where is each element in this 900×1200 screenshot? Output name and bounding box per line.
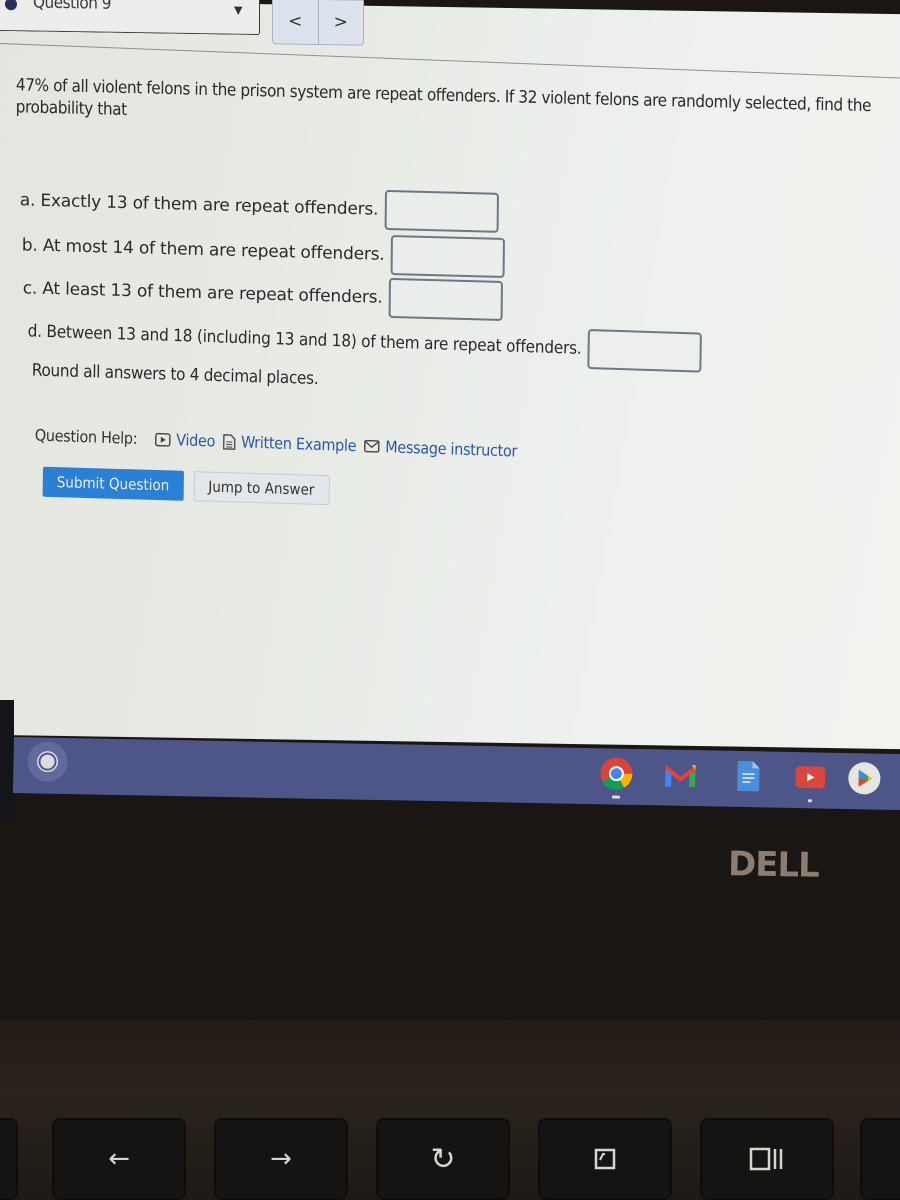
question-help: Question Help: Video Written Example Mes… — [35, 426, 526, 461]
gmail-icon — [665, 764, 696, 788]
part-a: a. Exactly 13 of them are repeat offende… — [20, 180, 499, 233]
chrome-active-indicator — [611, 795, 620, 799]
part-c-label: c. At least 13 of them are repeat offend… — [22, 278, 383, 308]
video-link[interactable]: Video — [155, 430, 215, 451]
message-instructor-link-label: Message instructor — [385, 437, 518, 461]
dell-logo: DELL — [727, 844, 820, 886]
fullscreen-key[interactable] — [538, 1118, 672, 1200]
back-key[interactable]: ← — [52, 1118, 186, 1200]
screen-bezel — [0, 700, 14, 820]
part-a-answer-input[interactable] — [384, 189, 499, 233]
youtube-app[interactable] — [793, 760, 828, 803]
part-b-label: b. At most 14 of them are repeat offende… — [21, 235, 385, 265]
play-store-icon — [848, 762, 881, 795]
launcher-icon — [40, 754, 55, 769]
overview-key[interactable] — [700, 1118, 834, 1200]
action-buttons: Submit Question Jump to Answer — [42, 466, 330, 506]
question-help-label: Question Help: — [34, 425, 138, 448]
chromeos-shelf — [12, 737, 900, 811]
back-arrow-icon: ← — [108, 1144, 130, 1174]
docs-icon — [737, 760, 760, 792]
document-icon — [223, 433, 236, 450]
part-c-answer-input[interactable] — [388, 277, 503, 321]
question-content: 47% of all violent felons in the prison … — [0, 0, 900, 749]
written-example-link-label: Written Example — [240, 432, 357, 456]
video-link-label: Video — [176, 430, 216, 451]
video-icon — [155, 432, 172, 447]
overview-icon — [749, 1147, 783, 1171]
refresh-key[interactable]: ↻ — [376, 1118, 510, 1200]
brightness-key[interactable] — [860, 1118, 900, 1200]
chrome-icon — [600, 757, 633, 790]
gmail-app[interactable] — [663, 757, 698, 792]
part-d-label: d. Between 13 and 18 (including 13 and 1… — [27, 321, 582, 359]
youtube-icon — [795, 766, 826, 789]
part-a-label: a. Exactly 13 of them are repeat offende… — [19, 190, 379, 220]
part-d-answer-input[interactable] — [587, 329, 702, 373]
rounding-instruction: Round all answers to 4 decimal places. — [31, 360, 319, 389]
submit-question-button[interactable]: Submit Question — [42, 466, 184, 501]
written-example-link[interactable]: Written Example — [223, 432, 357, 456]
chrome-app[interactable] — [599, 756, 634, 799]
youtube-active-indicator — [807, 799, 812, 803]
refresh-icon: ↻ — [430, 1141, 456, 1177]
escape-key[interactable] — [0, 1118, 18, 1200]
message-instructor-link[interactable]: Message instructor — [364, 436, 518, 461]
jump-to-answer-button[interactable]: Jump to Answer — [193, 471, 330, 506]
browser-screen: Question 9 ▼ < > 47% of all violent felo… — [0, 0, 900, 750]
forward-arrow-icon: → — [270, 1144, 292, 1174]
mail-icon — [364, 439, 381, 453]
forward-key[interactable]: → — [214, 1118, 348, 1200]
docs-app[interactable] — [731, 759, 766, 794]
play-store-app[interactable] — [847, 761, 882, 796]
launcher-button[interactable] — [27, 741, 68, 783]
question-prompt: 47% of all violent felons in the prison … — [15, 75, 872, 120]
part-b-answer-input[interactable] — [390, 235, 505, 278]
fullscreen-icon — [594, 1148, 616, 1170]
